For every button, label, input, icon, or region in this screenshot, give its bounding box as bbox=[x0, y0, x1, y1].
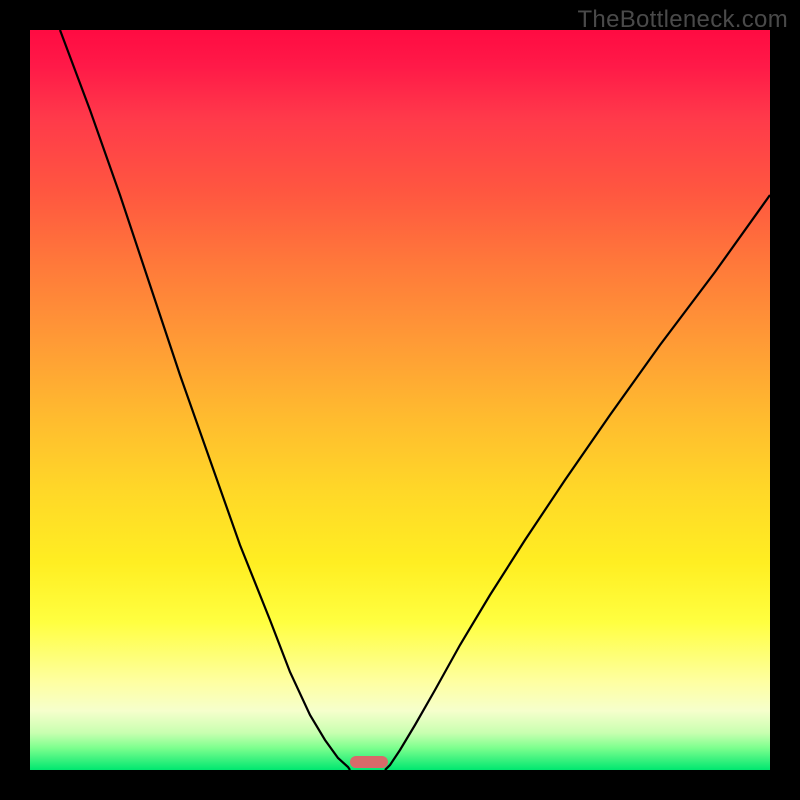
optimal-marker bbox=[350, 756, 388, 768]
chart-frame: TheBottleneck.com bbox=[0, 0, 800, 800]
right-branch-path bbox=[385, 195, 770, 770]
bottleneck-curve bbox=[30, 30, 770, 770]
plot-area bbox=[30, 30, 770, 770]
left-branch-path bbox=[60, 30, 350, 770]
